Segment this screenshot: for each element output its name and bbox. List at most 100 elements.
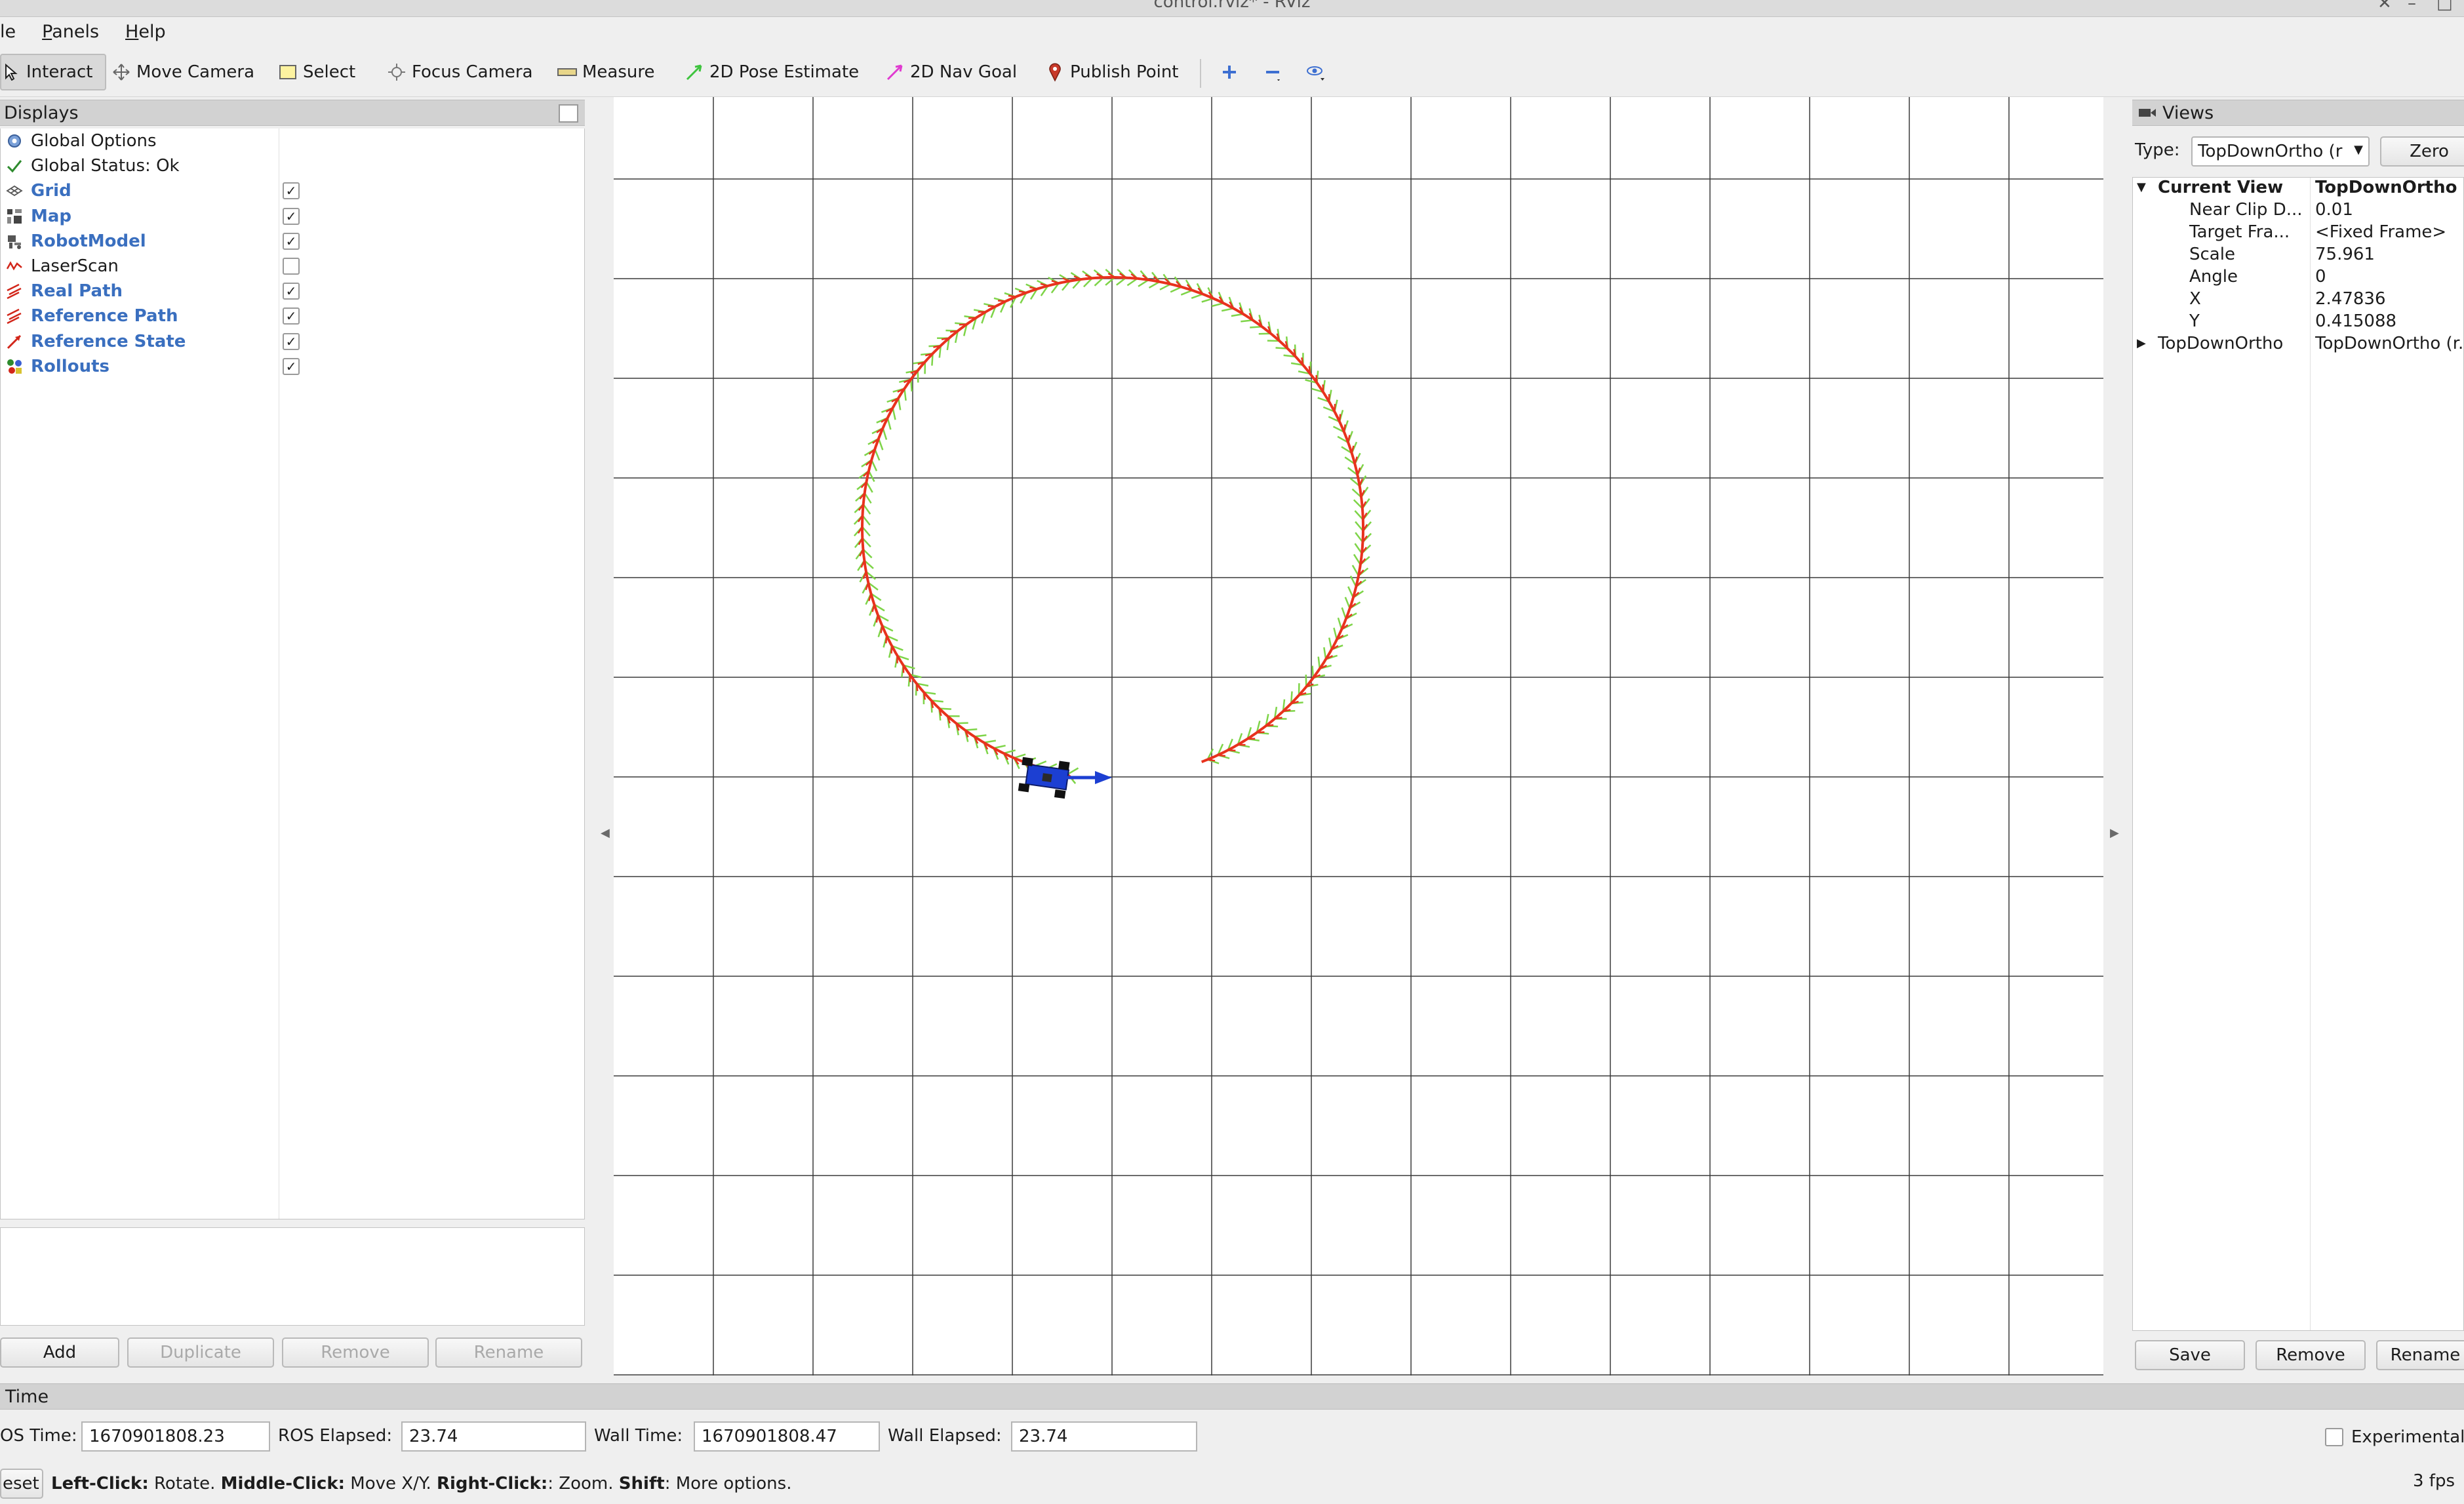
reference-pose-tick	[997, 300, 1006, 302]
property-name: X	[2189, 289, 2201, 309]
menu-file[interactable]: le	[0, 22, 29, 42]
reset-button[interactable]: eset	[0, 1469, 43, 1499]
save-view-button[interactable]: Save	[2135, 1340, 2245, 1370]
map-icon	[5, 207, 24, 226]
ruler-icon	[557, 62, 577, 82]
time-panel-header: Time	[0, 1383, 2464, 1410]
property-value[interactable]: 2.47836	[2315, 289, 2464, 309]
experimental-checkbox[interactable]	[2325, 1428, 2343, 1446]
display-enabled-checkbox[interactable]: ✓	[283, 283, 300, 300]
reference-pose-tick	[1354, 456, 1358, 465]
menu-panels[interactable]: Panels	[29, 22, 112, 42]
ros-elapsed-field[interactable]: 23.74	[401, 1421, 586, 1452]
view-property-row[interactable]: Y 0.415088	[2133, 311, 2464, 334]
display-row-robotmodel[interactable]: RobotModel ✓	[1, 229, 584, 254]
remove-display-button[interactable]: Remove	[282, 1337, 429, 1368]
minimize-icon[interactable]: –	[2408, 0, 2416, 13]
display-enabled-checkbox[interactable]: ✓	[283, 357, 300, 375]
menu-bar: le Panels Help	[0, 17, 2464, 46]
grid	[614, 97, 2103, 1375]
collapse-right-icon[interactable]: ▶	[2110, 826, 2119, 840]
current-view-row[interactable]: ▼ Current View TopDownOrtho	[2133, 178, 2464, 200]
path-icon	[5, 281, 24, 301]
reference-pose-tick	[1308, 366, 1311, 374]
display-enabled-checkbox[interactable]: ✓	[283, 182, 300, 200]
display-row-map[interactable]: Map ✓	[1, 204, 584, 229]
wall-elapsed-field[interactable]: 23.74	[1011, 1421, 1197, 1452]
display-label: Global Options	[31, 131, 157, 151]
display-label: Global Status: Ok	[31, 156, 180, 176]
view-property-row[interactable]: Scale 75.961	[2133, 245, 2464, 267]
collapse-arrow-icon[interactable]: ▶	[2137, 336, 2146, 350]
move-camera-tool-button[interactable]: Move Camera	[111, 54, 254, 90]
view-property-row[interactable]: Angle 0	[2133, 267, 2464, 289]
ros-time-field[interactable]: 1670901808.23	[81, 1421, 270, 1452]
ros-time-label: OS Time:	[0, 1426, 77, 1446]
display-row-grid[interactable]: Grid ✓	[1, 178, 584, 203]
saved-view-row[interactable]: ▶ TopDownOrtho TopDownOrtho (r...	[2133, 334, 2464, 356]
nav-goal-tool-button[interactable]: 2D Nav Goal	[885, 54, 1017, 90]
displays-panel-header: Displays	[0, 100, 585, 126]
rollouts-markers	[853, 268, 1372, 784]
display-row-real-path[interactable]: Real Path ✓	[1, 279, 584, 304]
display-row-rollouts[interactable]: Rollouts ✓	[1, 354, 584, 379]
panel-undock-button[interactable]	[559, 104, 578, 123]
view-property-row[interactable]: Target Fra... <Fixed Frame>	[2133, 222, 2464, 245]
select-tool-button[interactable]: Select	[278, 54, 355, 90]
display-row-reference-state[interactable]: Reference State ✓	[1, 329, 584, 354]
display-enabled-checkbox[interactable]: ✓	[283, 307, 300, 325]
duplicate-display-button[interactable]: Duplicate	[127, 1337, 274, 1368]
add-display-button[interactable]: Add	[0, 1337, 119, 1368]
expand-arrow-icon[interactable]: ▼	[2137, 180, 2146, 194]
view-property-row[interactable]: Near Clip D... 0.01	[2133, 200, 2464, 222]
measure-tool-button[interactable]: Measure	[557, 54, 655, 90]
wall-time-field[interactable]: 1670901808.47	[694, 1421, 880, 1452]
reference-pose-tick	[1334, 404, 1336, 412]
display-enabled-checkbox[interactable]: ✓	[283, 207, 300, 225]
property-value[interactable]: 75.961	[2315, 245, 2464, 264]
display-row-reference-path[interactable]: Reference Path ✓	[1, 304, 584, 328]
pose-estimate-tool-button[interactable]: 2D Pose Estimate	[685, 54, 859, 90]
map-pin-icon	[1045, 62, 1065, 82]
reference-pose-tick	[1218, 754, 1226, 757]
displays-tree: Global Options Global Status: Ok Grid ✓ Map ✓…	[0, 129, 585, 1219]
property-value[interactable]: 0	[2315, 267, 2464, 287]
property-value[interactable]: 0.415088	[2315, 311, 2464, 331]
display-label: Grid	[31, 181, 71, 201]
display-enabled-checkbox[interactable]: ✓	[283, 232, 300, 250]
remove-view-button[interactable]: Remove	[2255, 1340, 2366, 1370]
wall-elapsed-label: Wall Elapsed:	[888, 1426, 1002, 1446]
view-type-label: Type:	[2135, 140, 2180, 160]
collapse-left-icon[interactable]: ◀	[601, 826, 610, 840]
property-value[interactable]: <Fixed Frame>	[2315, 222, 2464, 242]
pose-icon	[5, 332, 24, 351]
display-enabled-checkbox[interactable]: ✓	[283, 332, 300, 350]
focus-camera-tool-button[interactable]: Focus Camera	[387, 54, 533, 90]
view-type-select[interactable]: TopDownOrtho (r ▼	[2191, 136, 2370, 167]
tool-properties-button[interactable]	[1306, 54, 1326, 90]
view-property-row[interactable]: X 2.47836	[2133, 289, 2464, 311]
reference-pose-tick	[1265, 724, 1274, 727]
scene-canvas[interactable]	[614, 97, 2103, 1375]
rename-view-button[interactable]: Rename	[2376, 1340, 2464, 1370]
right-splitter[interactable]: ▶	[2103, 97, 2132, 1375]
maximize-icon[interactable]: □	[2436, 0, 2453, 13]
rename-display-button[interactable]: Rename	[435, 1337, 582, 1368]
gear-icon	[5, 131, 24, 151]
title-bar: control.rviz* - RViz ✕ – □	[0, 0, 2464, 17]
display-row-global-status-ok[interactable]: Global Status: Ok	[1, 153, 584, 178]
interact-tool-button[interactable]: Interact	[0, 54, 106, 90]
zero-button[interactable]: Zero	[2380, 136, 2464, 167]
menu-help[interactable]: Help	[112, 22, 179, 42]
display-enabled-checkbox[interactable]	[283, 258, 300, 275]
remove-tool-button[interactable]	[1263, 54, 1282, 90]
render-viewport[interactable]	[614, 97, 2103, 1375]
display-row-global-options[interactable]: Global Options	[1, 129, 584, 153]
property-value[interactable]: 0.01	[2315, 200, 2464, 220]
add-tool-button[interactable]	[1220, 54, 1239, 90]
display-row-laserscan[interactable]: LaserScan	[1, 254, 584, 279]
toolbar-separator	[1200, 59, 1201, 88]
left-splitter[interactable]: ◀	[585, 97, 614, 1375]
publish-point-tool-button[interactable]: Publish Point	[1045, 54, 1179, 90]
close-icon[interactable]: ✕	[2377, 0, 2392, 13]
